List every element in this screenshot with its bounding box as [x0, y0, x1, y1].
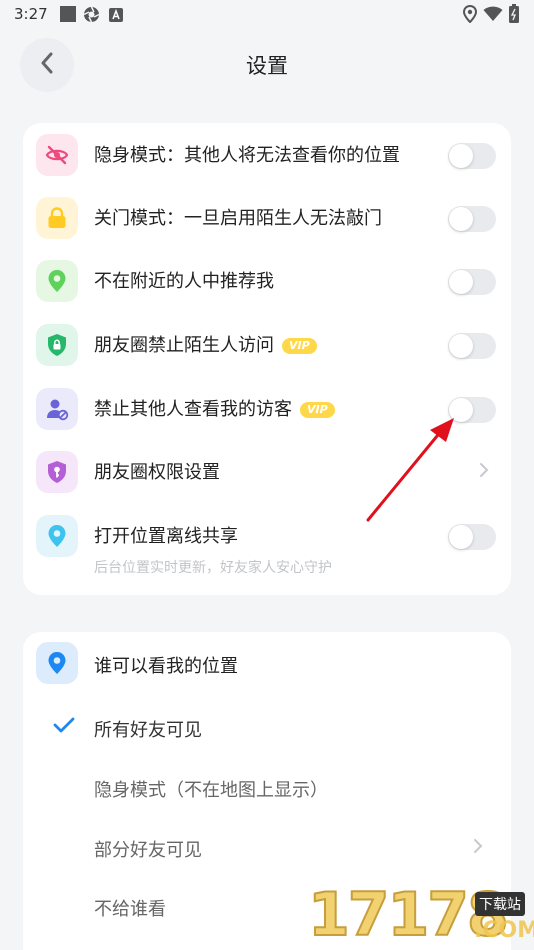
shield-lock-icon	[36, 324, 78, 366]
battery-icon	[509, 4, 519, 27]
moments-stranger-toggle[interactable]	[448, 333, 496, 359]
setting-label: 朋友圈权限设置	[94, 462, 220, 483]
setting-label: 朋友圈禁止陌生人访问 VIP	[94, 331, 317, 357]
header: 设置	[0, 34, 534, 92]
aperture-icon	[83, 6, 100, 27]
setting-label: 关门模式：一旦启用陌生人无法敲门	[94, 208, 382, 229]
door-lock-toggle[interactable]	[448, 206, 496, 232]
map-pin-icon	[36, 642, 78, 684]
shield-key-icon	[36, 451, 78, 493]
lock-icon	[36, 197, 78, 239]
visibility-section-title: 谁可以看我的位置	[94, 656, 238, 677]
chevron-right-icon	[479, 462, 489, 482]
setting-row-door-lock-mode: 关门模式：一旦启用陌生人无法敲门	[23, 187, 511, 243]
offline-share-description: 后台位置实时更新，好友家人安心守护	[94, 560, 332, 576]
location-visibility-card: 谁可以看我的位置 所有好友可见 隐身模式（不在地图上显示） 部分好友可见 不给谁…	[23, 632, 511, 950]
app-a-icon	[109, 7, 123, 26]
checkmark-icon	[53, 716, 75, 738]
setting-row-nearby-recommend: 不在附近的人中推荐我	[23, 250, 511, 306]
setting-label: 打开位置离线共享	[94, 526, 238, 547]
page-title: 设置	[246, 54, 288, 78]
visibility-option-label: 部分好友可见	[94, 840, 202, 861]
annotation-arrow-icon	[366, 418, 454, 522]
setting-label: 禁止其他人查看我的访客 VIP	[94, 395, 335, 421]
square-notification-icon	[60, 6, 76, 26]
visibility-option-label: 隐身模式（不在地图上显示）	[94, 780, 328, 801]
vip-badge: VIP	[282, 338, 317, 354]
wifi-icon	[483, 6, 503, 26]
user-block-icon	[36, 388, 78, 430]
setting-label-text: 禁止其他人查看我的访客	[94, 399, 292, 420]
setting-label: 不在附近的人中推荐我	[94, 271, 274, 292]
stealth-mode-toggle[interactable]	[448, 143, 496, 169]
location-status-icon	[462, 4, 478, 27]
location-share-icon	[36, 515, 78, 557]
nearby-recommend-toggle[interactable]	[448, 269, 496, 295]
setting-label: 隐身模式：其他人将无法查看你的位置	[94, 145, 400, 166]
setting-label-text: 朋友圈禁止陌生人访问	[94, 335, 274, 356]
visibility-option-label: 所有好友可见	[94, 720, 202, 741]
chevron-right-icon	[473, 838, 483, 858]
visibility-option-label: 不给谁看	[94, 899, 166, 920]
status-time: 3:27	[14, 5, 48, 23]
eye-off-icon	[36, 134, 78, 176]
location-pin-icon	[36, 260, 78, 302]
vip-badge: VIP	[300, 402, 335, 418]
status-bar: 3:27	[0, 0, 534, 28]
setting-row-stealth-mode: 隐身模式：其他人将无法查看你的位置	[23, 124, 511, 180]
setting-row-moments-stranger: 朋友圈禁止陌生人访问 VIP	[23, 314, 511, 370]
